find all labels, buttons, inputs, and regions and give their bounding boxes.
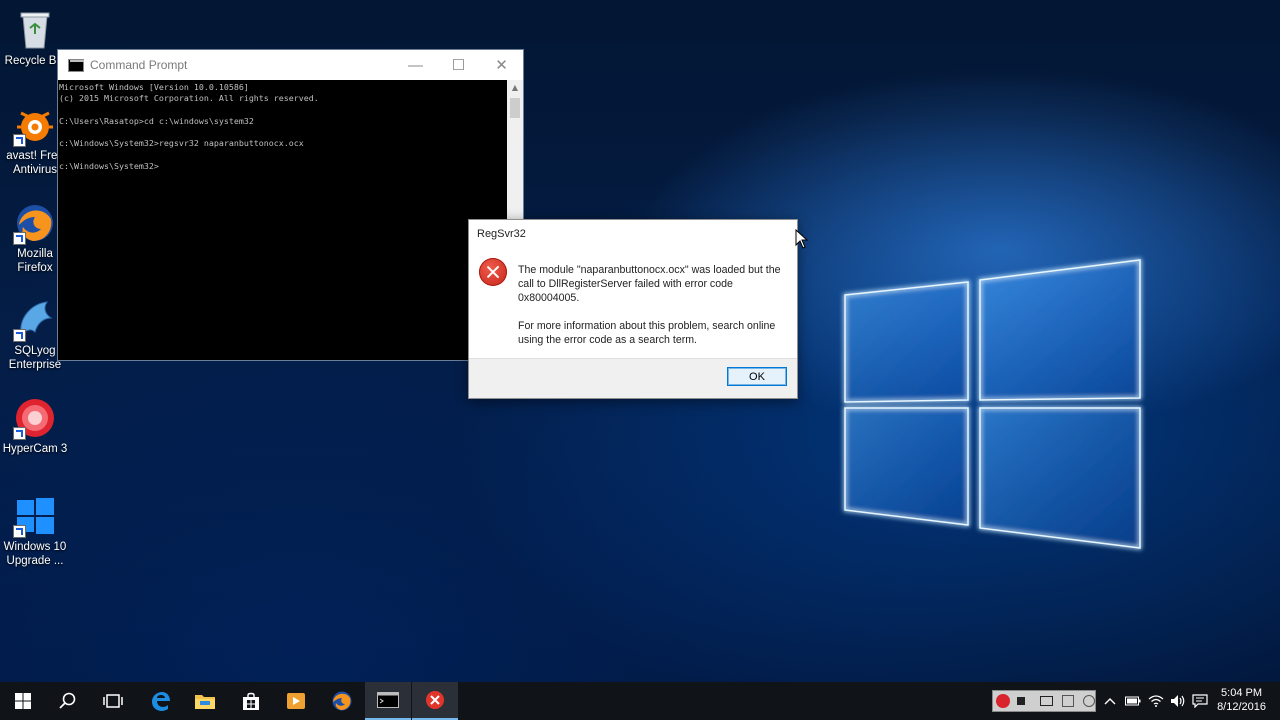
- tools-icon[interactable]: [1062, 695, 1075, 707]
- shortcut-arrow-icon: [13, 134, 26, 147]
- scroll-up-arrow-icon[interactable]: ▲: [507, 80, 523, 96]
- taskbar-command-prompt[interactable]: [365, 682, 411, 720]
- taskbar-file-explorer[interactable]: [182, 682, 228, 720]
- console-line: c:\Windows\System32>: [59, 161, 159, 172]
- settings-icon[interactable]: [1083, 695, 1095, 707]
- notification-icon: [1192, 694, 1208, 708]
- dialog-title: RegSvr32: [477, 228, 526, 240]
- taskbar-store[interactable]: [228, 682, 274, 720]
- taskbar-edge[interactable]: [137, 682, 183, 720]
- scrollbar-thumb[interactable]: [510, 98, 520, 118]
- hypercam-icon: [13, 396, 57, 440]
- mouse-pointer-icon: [795, 229, 809, 249]
- task-view-button[interactable]: [90, 682, 136, 720]
- pause-record-icon[interactable]: [996, 694, 1010, 708]
- desktop-icon-label: HyperCam 3: [2, 443, 68, 455]
- task-view-icon: [103, 694, 123, 708]
- shortcut-arrow-icon: [13, 232, 26, 245]
- search-button[interactable]: [45, 682, 91, 720]
- cmd-title: Command Prompt: [90, 58, 188, 72]
- ok-button[interactable]: OK: [727, 367, 787, 386]
- shortcut-arrow-icon: [13, 329, 26, 342]
- wallpaper-windows-logo: [843, 258, 1142, 550]
- battery-icon: [1125, 696, 1141, 706]
- stop-icon[interactable]: [1016, 697, 1025, 705]
- start-button[interactable]: [0, 682, 46, 720]
- maximize-button[interactable]: ☐: [437, 50, 480, 80]
- taskbar-regsvr32-error[interactable]: [412, 682, 458, 720]
- cmd-app-icon: [68, 58, 84, 72]
- taskbar-media-player[interactable]: [273, 682, 319, 720]
- firefox-icon: [332, 691, 352, 711]
- action-center-button[interactable]: [1190, 682, 1210, 720]
- show-hidden-icons-button[interactable]: [1100, 682, 1120, 720]
- shortcut-arrow-icon: [13, 427, 26, 440]
- search-icon: [59, 692, 76, 709]
- recycle-bin-icon: [13, 8, 57, 52]
- firefox-icon: [13, 201, 57, 245]
- folder-icon: [195, 695, 215, 709]
- avast-icon: [13, 103, 57, 147]
- windows-start-icon: [15, 693, 31, 709]
- help-message-text: For more information about this problem,…: [518, 320, 776, 346]
- media-player-icon: [287, 693, 305, 709]
- console-output[interactable]: Microsoft Windows [Version 10.0.10586] (c…: [58, 80, 509, 362]
- desktop-icon-hypercam[interactable]: HyperCam 3: [0, 396, 70, 456]
- hypercam-recording-toolbar[interactable]: [992, 690, 1096, 712]
- clock-time: 5:04 PM: [1221, 687, 1263, 699]
- console-line: (c) 2015 Microsoft Corporation. All righ…: [59, 93, 319, 104]
- clock-date: 8/12/2016: [1217, 701, 1266, 713]
- network-status[interactable]: [1146, 682, 1166, 720]
- chevron-up-icon: [1104, 698, 1116, 705]
- error-message-text: The module "naparanbuttonocx.ocx" was lo…: [518, 264, 781, 304]
- taskbar-firefox[interactable]: [319, 682, 365, 720]
- console-line: c:\Windows\System32>regsvr32 naparanbutt…: [59, 138, 304, 149]
- error-icon: [426, 691, 444, 709]
- minimize-button[interactable]: —: [394, 50, 437, 80]
- wifi-icon: [1148, 695, 1164, 707]
- desktop-icon-label: Windows 10 Upgrade ...: [3, 541, 67, 567]
- camera-icon[interactable]: [1039, 696, 1054, 706]
- desktop-icon-windows10-upgrade[interactable]: Windows 10 Upgrade ...: [0, 494, 70, 568]
- speaker-icon: [1171, 695, 1185, 707]
- store-bag-icon: [243, 692, 259, 710]
- volume-control[interactable]: [1168, 682, 1188, 720]
- command-prompt-window[interactable]: Command Prompt — ☐ ✕ Microsoft Windows […: [57, 49, 524, 362]
- error-icon: [479, 258, 507, 286]
- console-line: C:\Users\Rasatop>cd c:\windows\system32: [59, 115, 254, 126]
- windows-logo-icon: [13, 494, 57, 538]
- shortcut-arrow-icon: [13, 525, 26, 538]
- dialog-footer: OK: [469, 358, 797, 398]
- edge-icon: [152, 692, 170, 711]
- dialog-message: The module "naparanbuttonocx.ocx" was lo…: [518, 263, 786, 361]
- cmd-icon: [377, 692, 399, 708]
- battery-status[interactable]: [1123, 682, 1143, 720]
- close-button[interactable]: ✕: [480, 50, 523, 80]
- regsvr32-error-dialog[interactable]: RegSvr32 The module "naparanbuttonocx.oc…: [468, 219, 798, 399]
- cmd-titlebar[interactable]: Command Prompt — ☐ ✕: [58, 50, 523, 80]
- taskbar: 5:04 PM 8/12/2016: [0, 682, 1280, 720]
- console-line: Microsoft Windows [Version 10.0.10586]: [59, 82, 249, 92]
- taskbar-clock[interactable]: 5:04 PM 8/12/2016: [1217, 686, 1266, 714]
- sqlyog-dolphin-icon: [13, 298, 57, 342]
